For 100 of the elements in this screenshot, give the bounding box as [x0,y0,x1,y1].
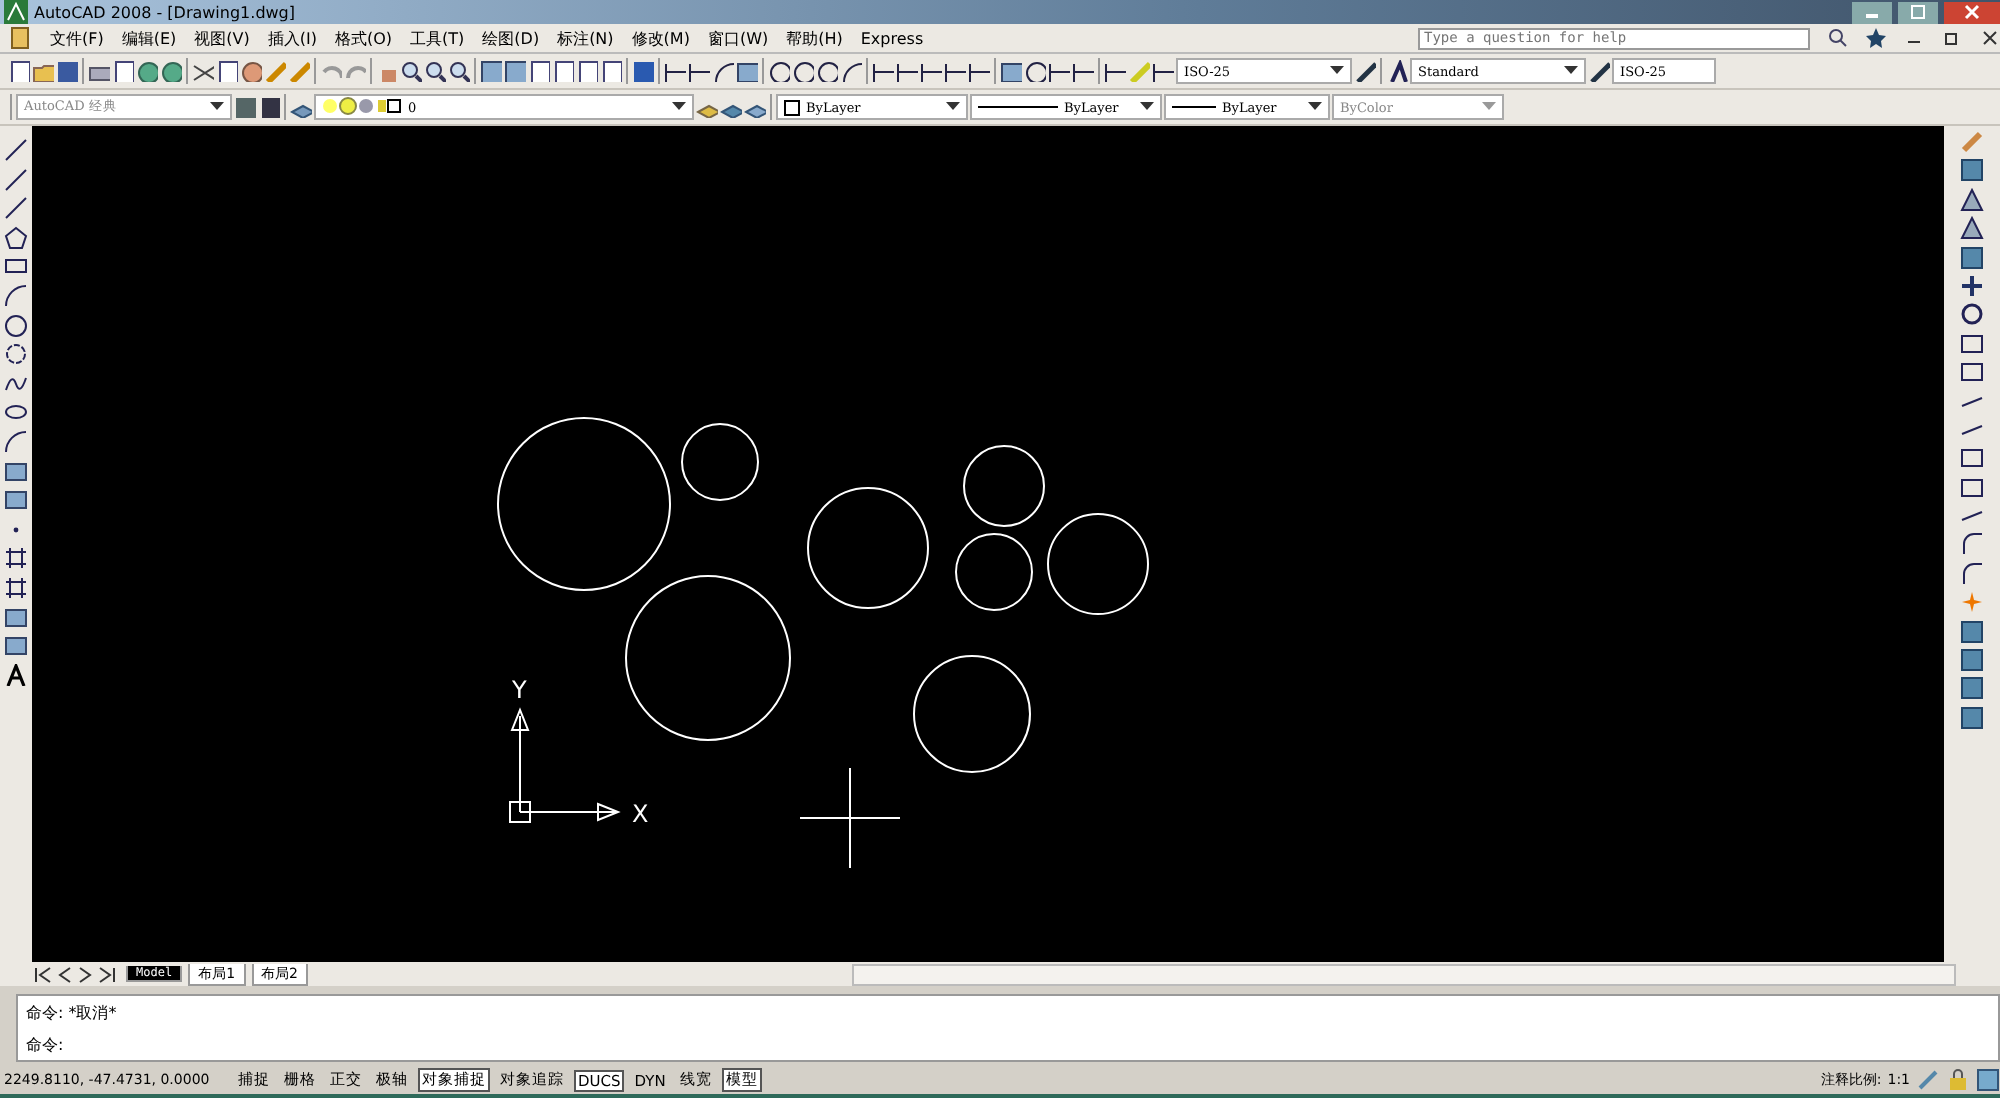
arc-icon[interactable] [840,60,862,82]
caret-icon [1482,102,1496,112]
screen-icon[interactable] [1976,1068,2000,1092]
color-swatch-icon [784,99,800,115]
scissors-icon[interactable] [192,60,214,82]
rectangle-icon[interactable] [1960,331,1984,356]
line-icon[interactable] [896,60,918,82]
line-icon[interactable] [920,60,942,82]
document-icon[interactable] [576,60,598,82]
line-icon[interactable] [664,60,686,82]
rectangle-icon[interactable] [1960,360,1984,385]
caret-icon [1330,66,1344,76]
line-icon[interactable] [1048,60,1070,82]
drawing-canvas[interactable]: Y X [32,126,1944,962]
menu-item[interactable]: Express [860,29,924,47]
line-icon[interactable] [968,60,990,82]
text-style-icon[interactable] [1386,60,1408,82]
menu-item[interactable]: 视图(V) [194,27,250,49]
ucs-origin-icon [509,801,531,823]
ucs-y-label: Y [512,676,527,704]
document-icon[interactable] [216,60,238,82]
arc-icon[interactable] [1960,532,1984,557]
line-icon[interactable] [4,167,28,192]
minimize-button[interactable] [1852,1,1892,23]
app-icon [4,0,28,24]
menu-item[interactable]: 帮助(H) [786,27,843,49]
arc-icon[interactable] [4,429,28,454]
pencil-icon[interactable] [1354,60,1376,82]
document-icon [8,26,32,50]
caret-icon [1564,66,1578,76]
menu-item[interactable]: 工具(T) [410,27,465,49]
magnifier-icon[interactable] [424,60,446,82]
maximize-button[interactable] [1898,1,1938,23]
menu-item[interactable]: 插入(I) [267,27,317,49]
magnifier-icon[interactable] [400,60,422,82]
rectangle-icon[interactable] [4,254,28,279]
line-icon[interactable] [1104,60,1126,82]
lock-icon[interactable] [1946,1068,1970,1092]
layer-state-icons [322,96,402,118]
document-icon[interactable] [8,60,30,82]
cross-icon[interactable] [1960,273,1984,298]
close-icon[interactable] [1980,28,2000,48]
caret-icon [210,102,224,112]
circle-shape [807,487,929,609]
caret-icon [1140,102,1154,112]
command-line: 命令: [26,1033,66,1055]
star-icon[interactable] [1866,28,1886,48]
hatch-icon[interactable] [4,575,28,600]
document-icon[interactable] [552,60,574,82]
cloud-icon[interactable] [4,342,28,367]
restore-icon[interactable] [1942,28,1962,48]
ucs-x-label: X [632,800,649,828]
line-icon[interactable] [1152,60,1174,82]
magnifier-icon[interactable] [448,60,470,82]
circle-shape [1047,513,1149,615]
close-icon [1964,4,1980,20]
hatch-icon[interactable] [4,546,28,571]
window-title: AutoCAD 2008 - [Drawing1.dwg] [34,3,296,21]
line-sample-icon [978,104,1058,110]
rectangle-icon[interactable] [1960,475,1984,500]
circle-shape [913,655,1031,773]
menu-item[interactable]: 文件(F) [50,27,104,49]
arc-icon[interactable] [1960,561,1984,586]
document-icon[interactable] [112,60,134,82]
arc-icon[interactable] [712,60,734,82]
tab-navigation-icon[interactable] [32,965,120,983]
folder-icon[interactable] [32,60,54,82]
ellipse-icon[interactable] [4,400,28,425]
ucs-x-axis [519,802,621,822]
menu-item[interactable]: 绘图(D) [482,27,540,49]
circle-icon[interactable] [1960,302,1984,327]
line-icon[interactable] [4,196,28,221]
line-icon[interactable] [688,60,710,82]
circle-shape [681,423,759,501]
menu-item[interactable]: 标注(N) [557,27,614,49]
menu-item[interactable]: 修改(M) [631,27,690,49]
line-sample-icon [1172,104,1216,110]
line-icon[interactable] [872,60,894,82]
menu-item[interactable]: 编辑(E) [121,27,177,49]
circle-icon[interactable] [4,313,28,338]
menu-item[interactable]: 格式(O) [334,27,393,49]
pencil-icon[interactable] [1588,60,1610,82]
line-icon[interactable] [1072,60,1094,82]
arc-icon[interactable] [4,283,28,308]
ucs-y-axis [510,707,530,813]
search-icon[interactable] [1828,28,1848,48]
command-line: 命令: *取消* [26,1001,119,1023]
line-icon[interactable] [944,60,966,82]
horizontal-scrollbar[interactable] [852,963,1956,985]
maximize-icon [1910,4,1926,20]
circle-shape [955,533,1033,611]
globe-icon[interactable] [160,60,182,82]
menu-item[interactable]: 窗口(W) [707,27,769,49]
document-icon[interactable] [528,60,550,82]
text-tool-icon[interactable] [6,663,26,686]
close-button[interactable] [1944,1,2000,23]
crosshair-cursor [799,767,901,869]
line-icon[interactable] [4,138,28,162]
circle-shape [963,445,1045,527]
rectangle-icon[interactable] [1960,446,1984,471]
